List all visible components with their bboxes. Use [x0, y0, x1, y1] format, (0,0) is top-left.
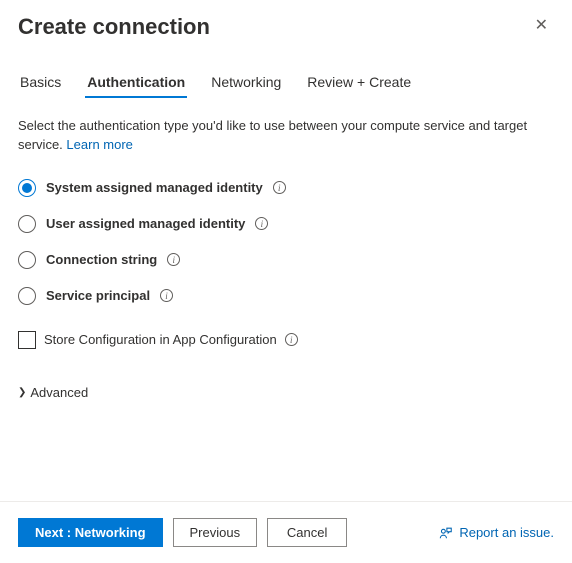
- radio-icon: [18, 215, 36, 233]
- report-issue-link[interactable]: Report an issue.: [439, 525, 554, 540]
- close-icon: ✕: [535, 17, 548, 34]
- info-icon[interactable]: i: [273, 181, 286, 194]
- radio-service-principal[interactable]: Service principal i: [18, 287, 554, 305]
- store-config-checkbox-row[interactable]: Store Configuration in App Configuration…: [18, 331, 554, 349]
- panel-header: Create connection ✕: [18, 14, 554, 40]
- tab-label: Basics: [20, 74, 61, 90]
- tab-basics[interactable]: Basics: [18, 68, 63, 98]
- description-text: Select the authentication type you'd lik…: [18, 117, 554, 155]
- next-button[interactable]: Next : Networking: [18, 518, 163, 547]
- cancel-button[interactable]: Cancel: [267, 518, 347, 547]
- close-button[interactable]: ✕: [529, 14, 554, 38]
- tab-authentication[interactable]: Authentication: [85, 68, 187, 98]
- tab-networking[interactable]: Networking: [209, 68, 283, 98]
- spacer: [18, 420, 554, 501]
- checkbox-icon: [18, 331, 36, 349]
- info-icon[interactable]: i: [255, 217, 268, 230]
- panel-title: Create connection: [18, 14, 210, 40]
- advanced-toggle[interactable]: ❯ Advanced: [18, 385, 554, 400]
- tab-label: Review + Create: [307, 74, 411, 90]
- tab-label: Networking: [211, 74, 281, 90]
- tab-label: Authentication: [87, 74, 185, 90]
- person-feedback-icon: [439, 526, 453, 540]
- previous-button[interactable]: Previous: [173, 518, 258, 547]
- radio-user-assigned[interactable]: User assigned managed identity i: [18, 215, 554, 233]
- radio-system-assigned[interactable]: System assigned managed identity i: [18, 179, 554, 197]
- tab-bar: Basics Authentication Networking Review …: [18, 68, 554, 99]
- tab-review-create[interactable]: Review + Create: [305, 68, 413, 98]
- info-icon[interactable]: i: [285, 333, 298, 346]
- radio-label: Connection string: [46, 252, 157, 267]
- radio-connection-string[interactable]: Connection string i: [18, 251, 554, 269]
- footer-bar: Next : Networking Previous Cancel Report…: [18, 502, 554, 563]
- create-connection-panel: Create connection ✕ Basics Authenticatio…: [0, 0, 572, 563]
- radio-icon: [18, 287, 36, 305]
- auth-options-group: System assigned managed identity i User …: [18, 179, 554, 305]
- report-issue-label: Report an issue.: [459, 525, 554, 540]
- learn-more-link[interactable]: Learn more: [66, 137, 132, 152]
- checkbox-label: Store Configuration in App Configuration: [44, 332, 277, 347]
- radio-icon: [18, 179, 36, 197]
- radio-icon: [18, 251, 36, 269]
- chevron-right-icon: ❯: [18, 387, 26, 398]
- info-icon[interactable]: i: [167, 253, 180, 266]
- advanced-label: Advanced: [30, 385, 88, 400]
- info-icon[interactable]: i: [160, 289, 173, 302]
- radio-label: Service principal: [46, 288, 150, 303]
- radio-label: User assigned managed identity: [46, 216, 245, 231]
- radio-label: System assigned managed identity: [46, 180, 263, 195]
